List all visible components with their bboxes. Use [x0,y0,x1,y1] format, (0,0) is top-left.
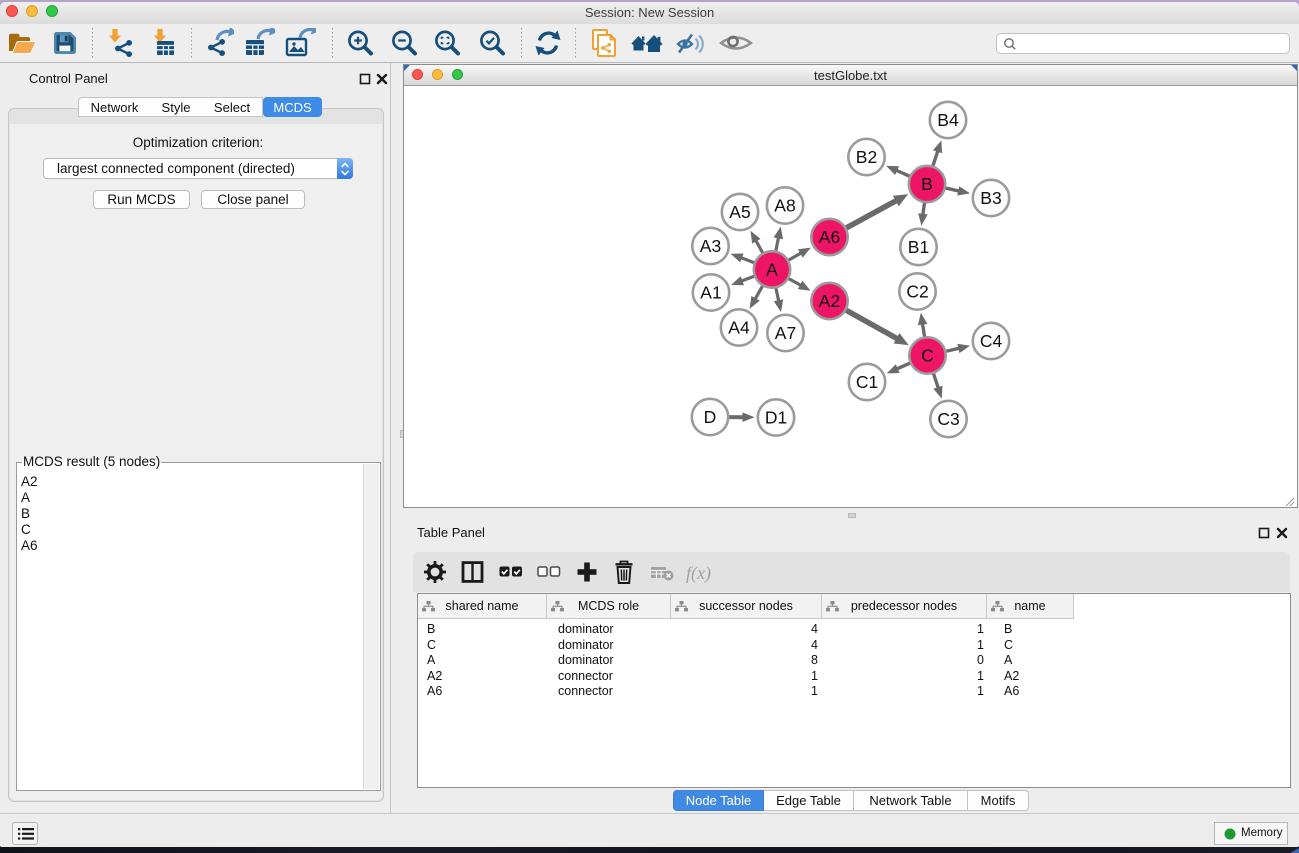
svg-text:C3: C3 [937,409,959,429]
svg-text:B: B [921,174,933,194]
svg-text:A2: A2 [819,291,840,311]
svg-text:A1: A1 [700,283,721,303]
svg-text:D: D [704,407,717,427]
svg-text:B4: B4 [937,110,959,130]
svg-text:A8: A8 [774,196,795,216]
svg-text:C: C [921,346,934,366]
svg-text:A5: A5 [729,202,750,222]
svg-text:B2: B2 [856,147,877,167]
svg-text:D1: D1 [765,408,787,428]
svg-text:A: A [766,260,778,280]
svg-text:A7: A7 [775,323,796,343]
svg-text:C2: C2 [906,282,928,302]
svg-text:C1: C1 [856,372,878,392]
svg-text:B3: B3 [980,188,1001,208]
svg-text:A3: A3 [700,236,721,256]
svg-text:A6: A6 [819,227,840,247]
svg-text:B1: B1 [908,237,929,257]
svg-text:C4: C4 [980,331,1003,351]
svg-text:A4: A4 [728,318,750,338]
